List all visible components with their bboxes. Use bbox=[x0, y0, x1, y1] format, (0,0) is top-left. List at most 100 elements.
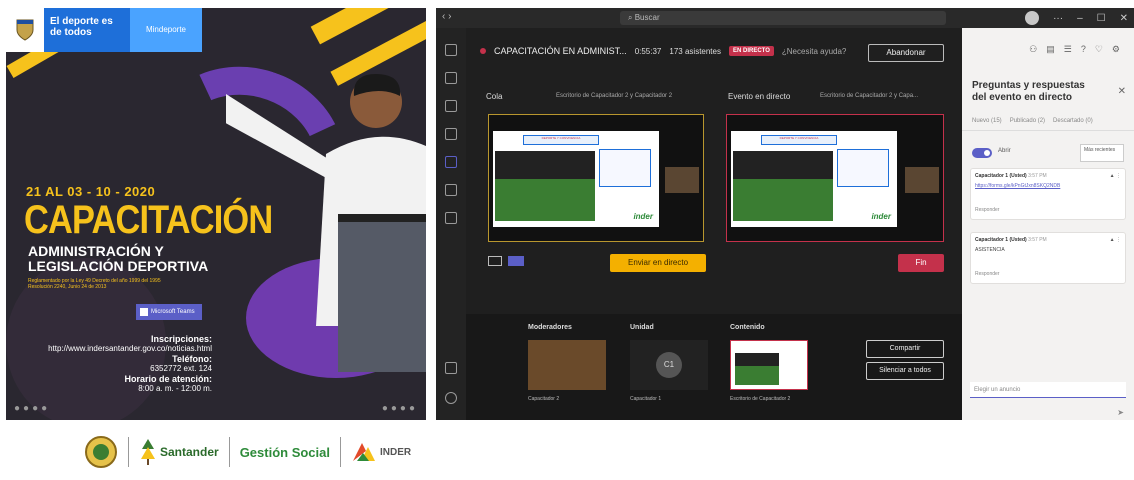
gear-icon[interactable]: ⚙ bbox=[1112, 44, 1120, 55]
question-author-name: Capacitador 1 (Usted) bbox=[975, 237, 1027, 243]
carousel-dots-right: ●●●● bbox=[381, 403, 418, 414]
layout-single-icon[interactable] bbox=[488, 256, 502, 266]
maximize-icon[interactable]: ☐ bbox=[1097, 13, 1106, 24]
slide-preview: DEPORTE Y CONVIVENCIA inder bbox=[731, 131, 897, 227]
search-placeholder: Buscar bbox=[634, 13, 660, 22]
qa-title: Preguntas y respuestas del evento en dir… bbox=[972, 80, 1085, 103]
chat-icon[interactable] bbox=[445, 72, 457, 84]
live-event-source: Escritorio de Capacitador 2 y Capa... bbox=[820, 93, 919, 99]
sponsor-logos: Santander Gestión Social INDER bbox=[84, 430, 411, 474]
end-event-button[interactable]: Fin bbox=[898, 254, 944, 272]
window-controls: ··· – ☐ ✕ bbox=[1025, 11, 1128, 25]
camera-thumbnail bbox=[905, 167, 939, 193]
meeting-title: CAPACITACIÓN EN ADMINIST... bbox=[494, 46, 627, 56]
calendar-icon[interactable] bbox=[445, 128, 457, 140]
activity-icon[interactable] bbox=[445, 44, 457, 56]
leave-button[interactable]: Abandonar bbox=[868, 44, 944, 62]
people-icon[interactable]: ⚇ bbox=[1029, 44, 1037, 55]
question-card[interactable]: Capacitador 1 (Usted) 3:57 PM ▲ ⋮ https:… bbox=[970, 168, 1126, 220]
queue-stage[interactable]: DEPORTE Y CONVIVENCIA inder bbox=[488, 114, 704, 242]
logo-separator bbox=[228, 437, 230, 467]
nav-arrows[interactable]: ‹ › bbox=[442, 11, 451, 22]
unit-video-tile[interactable]: C1 bbox=[630, 340, 708, 390]
government-seal-logo bbox=[84, 435, 118, 469]
tab-dismissed[interactable]: Descartado (0) bbox=[1053, 118, 1093, 124]
telefono-value: 6352772 ext. 124 bbox=[150, 364, 212, 373]
contact-info: Inscripciones: http://www.indersantander… bbox=[6, 334, 212, 394]
live-event-label: Evento en directo bbox=[728, 92, 791, 101]
brand-deporte-text: El deporte es de todos bbox=[44, 8, 130, 52]
more-icon[interactable]: ··· bbox=[1053, 13, 1063, 24]
question-card[interactable]: Capacitador 1 (Usted) 3:57 PM ▲ ⋮ ASISTE… bbox=[970, 232, 1126, 284]
teams-icon[interactable] bbox=[445, 100, 457, 112]
send-live-button[interactable]: Enviar en directo bbox=[610, 254, 706, 272]
reply-link[interactable]: Responder bbox=[975, 207, 999, 213]
slide-text-box bbox=[837, 149, 889, 187]
calls-icon[interactable] bbox=[445, 184, 457, 196]
network-help-link[interactable]: ¿Necesita ayuda? bbox=[782, 47, 846, 56]
decree-text: Reglamentado por la Ley 49 Decreto del a… bbox=[28, 278, 228, 290]
teams-icon bbox=[140, 308, 148, 316]
event-title: CAPACITACIÓN bbox=[24, 198, 273, 242]
avatar[interactable] bbox=[1025, 11, 1040, 25]
colombia-shield-icon bbox=[6, 8, 44, 52]
chat-icon[interactable]: ▤ bbox=[1046, 44, 1055, 55]
send-icon[interactable]: ➤ bbox=[1117, 408, 1124, 417]
search-icon: ⌕ bbox=[628, 13, 635, 22]
content-caption: Escritorio de Capacitador 2 bbox=[730, 396, 791, 402]
health-icon[interactable]: ♡ bbox=[1095, 44, 1103, 55]
notes-icon[interactable]: ☰ bbox=[1064, 44, 1072, 55]
content-tile[interactable] bbox=[730, 340, 808, 390]
question-text: ASISTENCIA bbox=[975, 247, 1005, 253]
files-icon[interactable] bbox=[445, 212, 457, 224]
inder-logo-text: INDER bbox=[380, 446, 412, 458]
horario-value: 8:00 a. m. - 12:00 m. bbox=[138, 384, 212, 393]
tab-new[interactable]: Nuevo (15) bbox=[972, 118, 1002, 124]
santander-logo: Santander bbox=[139, 437, 219, 467]
layout-split-icon[interactable] bbox=[508, 256, 524, 266]
announcement-input[interactable]: Elegir un anuncio bbox=[970, 382, 1126, 398]
minimize-icon[interactable]: – bbox=[1077, 13, 1083, 24]
close-icon[interactable]: ✕ bbox=[1120, 13, 1128, 24]
search-input[interactable]: ⌕ Buscar bbox=[620, 11, 946, 25]
moderator-video-tile[interactable] bbox=[528, 340, 606, 390]
meeting-icon[interactable] bbox=[445, 156, 457, 168]
meeting-bar: CAPACITACIÓN EN ADMINIST... 0:55:37 173 … bbox=[480, 46, 846, 56]
event-subtitle: ADMINISTRACIÓN Y LEGISLACIÓN DEPORTIVA bbox=[28, 244, 208, 274]
teams-window: ‹ › ⌕ Buscar ··· – ☐ ✕ CAPACITACIÓN EN A… bbox=[436, 8, 1134, 420]
help-icon[interactable] bbox=[445, 392, 457, 404]
subtitle-line-2: LEGISLACIÓN DEPORTIVA bbox=[28, 258, 209, 274]
queue-label: Cola bbox=[486, 92, 503, 101]
unit-label: Unidad bbox=[630, 324, 654, 331]
qa-toolbar: ⚇ ▤ ☰ ? ♡ ⚙ bbox=[962, 28, 1134, 55]
horario-label: Horario de atención: bbox=[124, 374, 212, 384]
slide-header: DEPORTE Y CONVIVENCIA bbox=[523, 135, 599, 145]
slide-photo bbox=[495, 151, 595, 221]
qa-icon[interactable]: ? bbox=[1081, 44, 1086, 55]
qa-panel: ⚇ ▤ ☰ ? ♡ ⚙ Preguntas y respuestas del e… bbox=[962, 28, 1134, 420]
moderators-label: Moderadores bbox=[528, 324, 572, 331]
gestion-social-logo: Gestión Social bbox=[240, 445, 330, 460]
slide-logo: inder bbox=[633, 212, 653, 221]
moderator-caption: Capacitador 2 bbox=[528, 396, 560, 402]
meeting-elapsed: 0:55:37 bbox=[634, 46, 662, 56]
share-button[interactable]: Compartir bbox=[866, 340, 944, 358]
question-actions[interactable]: ▲ ⋮ bbox=[1110, 173, 1121, 179]
event-dates: 21 AL 03 - 10 - 2020 bbox=[26, 184, 156, 199]
apps-icon[interactable] bbox=[445, 362, 457, 374]
gestion-social-logo-text: Gestión Social bbox=[239, 444, 330, 460]
live-stage[interactable]: DEPORTE Y CONVIVENCIA inder bbox=[726, 114, 944, 242]
question-link[interactable]: https://forms.gle/kPnGtJxn8SKQ2NDB bbox=[975, 183, 1060, 189]
teams-badge: Microsoft Teams bbox=[136, 304, 202, 320]
open-toggle[interactable] bbox=[972, 148, 992, 158]
sort-dropdown[interactable]: Más recientes bbox=[1080, 144, 1124, 162]
reply-link[interactable]: Responder bbox=[975, 271, 999, 277]
close-icon[interactable]: ✕ bbox=[1118, 86, 1126, 97]
inscripciones-url: http://www.indersantander.gov.co/noticia… bbox=[48, 344, 212, 353]
question-actions[interactable]: ▲ ⋮ bbox=[1110, 237, 1121, 243]
queue-source: Escritorio de Capacitador 2 y Capacitado… bbox=[556, 93, 673, 99]
mute-all-button[interactable]: Silenciar a todos bbox=[866, 362, 944, 380]
telefono-label: Teléfono: bbox=[172, 354, 212, 364]
tab-published[interactable]: Publicado (2) bbox=[1010, 118, 1045, 124]
slide-photo bbox=[733, 151, 833, 221]
